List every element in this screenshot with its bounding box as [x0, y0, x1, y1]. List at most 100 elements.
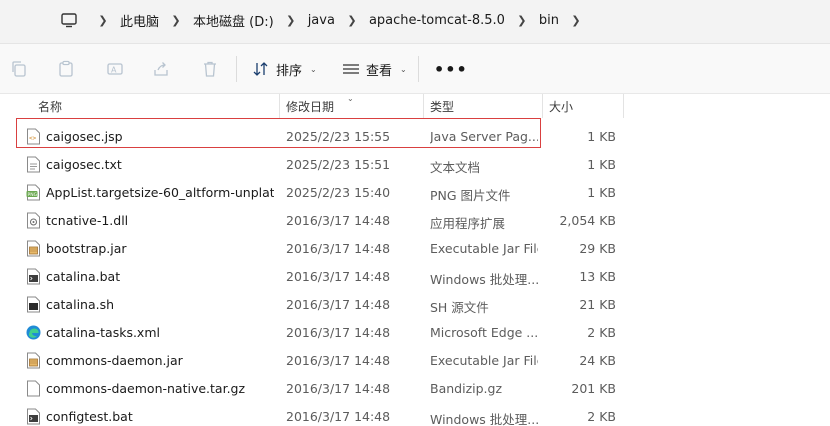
file-size: 1 KB — [587, 129, 616, 144]
chevron-right-icon[interactable]: ❯ — [278, 14, 304, 27]
file-size: 2 KB — [587, 409, 616, 424]
file-size: 2,054 KB — [559, 213, 616, 228]
file-name: commons-daemon-native.tar.gz — [46, 381, 246, 396]
bat-file-icon — [27, 268, 40, 285]
jsp-file-icon: <> — [27, 128, 40, 145]
dll-file-icon — [27, 212, 40, 229]
file-date: 2016/3/17 14:48 — [286, 409, 391, 424]
jar-file-icon — [27, 240, 40, 257]
column-divider[interactable] — [542, 94, 543, 118]
edge-file-icon — [26, 325, 41, 340]
file-type: Windows 批处理... — [430, 412, 538, 426]
column-header-name[interactable]: 名称 — [38, 98, 62, 115]
file-row[interactable]: <> caigosec.jsp 2025/2/23 15:55 Java Ser… — [0, 122, 830, 150]
file-name: tcnative-1.dll — [46, 213, 129, 228]
file-row[interactable]: commons-daemon-native.tar.gz 2016/3/17 1… — [0, 374, 830, 402]
file-size: 2 KB — [587, 325, 616, 340]
breadcrumb-item[interactable]: 本地磁盘 (D:) — [189, 11, 278, 30]
bat-file-icon — [27, 408, 40, 425]
delete-icon[interactable] — [201, 60, 219, 78]
column-header-size[interactable]: 大小 — [549, 98, 573, 115]
column-divider[interactable] — [623, 94, 624, 118]
sh-file-icon — [27, 296, 40, 313]
column-divider[interactable] — [279, 94, 280, 118]
file-name: caigosec.txt — [46, 157, 122, 172]
more-options-button[interactable]: ••• — [434, 60, 468, 79]
chevron-right-icon[interactable]: ❯ — [90, 14, 116, 27]
file-name: AppList.targetsize-60_altform-unplate... — [46, 185, 274, 200]
file-date: 2016/3/17 14:48 — [286, 353, 391, 368]
file-row[interactable]: tcnative-1.dll 2016/3/17 14:48 应用程序扩展 2,… — [0, 206, 830, 234]
toolbar-divider — [236, 56, 237, 82]
file-name: configtest.bat — [46, 409, 133, 424]
svg-text:A: A — [111, 66, 117, 75]
file-type: Executable Jar File — [430, 353, 538, 368]
file-row[interactable]: caigosec.txt 2025/2/23 15:51 文本文档 1 KB — [0, 150, 830, 178]
share-icon[interactable] — [152, 60, 170, 78]
file-date: 2016/3/17 14:48 — [286, 269, 391, 284]
file-date: 2016/3/17 14:48 — [286, 241, 391, 256]
file-row[interactable]: catalina-tasks.xml 2016/3/17 14:48 Micro… — [0, 318, 830, 346]
file-name: catalina-tasks.xml — [46, 325, 160, 340]
column-divider[interactable] — [423, 94, 424, 118]
file-size: 24 KB — [579, 353, 616, 368]
file-row[interactable]: bootstrap.jar 2016/3/17 14:48 Executable… — [0, 234, 830, 262]
sort-button[interactable]: 排序 ⌄ — [252, 58, 317, 80]
file-date: 2016/3/17 14:48 — [286, 325, 391, 340]
file-size: 13 KB — [579, 269, 616, 284]
file-type: Bandizip.gz — [430, 381, 503, 396]
view-button[interactable]: 查看 ⌄ — [342, 58, 407, 80]
column-header-type[interactable]: 类型 — [430, 98, 454, 115]
file-row[interactable]: configtest.bat 2016/3/17 14:48 Windows 批… — [0, 402, 830, 426]
view-icon — [343, 64, 359, 74]
file-size: 1 KB — [587, 157, 616, 172]
file-type: Microsoft Edge ... — [430, 325, 538, 340]
file-date: 2016/3/17 14:48 — [286, 381, 391, 396]
file-date: 2016/3/17 14:48 — [286, 297, 391, 312]
file-type: PNG 图片文件 — [430, 188, 511, 203]
file-row[interactable]: PNG AppList.targetsize-60_altform-unplat… — [0, 178, 830, 206]
file-name: bootstrap.jar — [46, 241, 127, 256]
this-pc-icon[interactable] — [60, 11, 78, 29]
breadcrumb-item[interactable]: bin — [535, 13, 563, 28]
svg-text:<>: <> — [29, 135, 37, 142]
chevron-down-icon: ⌄ — [310, 64, 317, 74]
file-name: catalina.sh — [46, 297, 115, 312]
column-header-date[interactable]: 修改日期 — [286, 98, 334, 115]
file-name: commons-daemon.jar — [46, 353, 183, 368]
copy-icon[interactable] — [10, 60, 28, 78]
chevron-right-icon[interactable]: ❯ — [163, 14, 189, 27]
jar-file-icon — [27, 352, 40, 369]
file-name: catalina.bat — [46, 269, 121, 284]
file-row[interactable]: catalina.bat 2016/3/17 14:48 Windows 批处理… — [0, 262, 830, 290]
file-row[interactable]: commons-daemon.jar 2016/3/17 14:48 Execu… — [0, 346, 830, 374]
breadcrumb-item[interactable]: java — [304, 13, 339, 28]
file-date: 2025/2/23 15:51 — [286, 157, 391, 172]
rename-icon[interactable]: A — [106, 60, 124, 78]
sort-label: 排序 — [276, 63, 303, 79]
file-date: 2025/2/23 15:55 — [286, 129, 391, 144]
file-size: 201 KB — [571, 381, 616, 396]
chevron-right-icon[interactable]: ❯ — [509, 14, 535, 27]
toolbar-divider — [418, 56, 419, 82]
paste-icon[interactable] — [57, 60, 75, 78]
file-name: caigosec.jsp — [46, 129, 123, 144]
sort-icon — [253, 62, 268, 76]
chevron-right-icon[interactable]: ❯ — [563, 14, 589, 27]
gz-file-icon — [27, 380, 40, 397]
breadcrumb-item[interactable]: apache-tomcat-8.5.0 — [365, 13, 509, 28]
file-type: Windows 批处理... — [430, 272, 538, 287]
file-list: <> caigosec.jsp 2025/2/23 15:55 Java Ser… — [0, 122, 830, 426]
chevron-right-icon[interactable]: ❯ — [339, 14, 365, 27]
file-type: SH 源文件 — [430, 300, 489, 315]
file-type: Executable Jar File — [430, 241, 538, 256]
text-file-icon — [27, 156, 40, 173]
breadcrumb-item[interactable]: 此电脑 — [116, 11, 163, 30]
file-row[interactable]: catalina.sh 2016/3/17 14:48 SH 源文件 21 KB — [0, 290, 830, 318]
svg-text:PNG: PNG — [28, 192, 38, 198]
file-size: 29 KB — [579, 241, 616, 256]
file-date: 2025/2/23 15:40 — [286, 185, 391, 200]
file-type: Java Server Pag... — [430, 129, 538, 144]
breadcrumb: ❯ 此电脑 ❯ 本地磁盘 (D:) ❯ java ❯ apache-tomcat… — [90, 0, 589, 40]
column-header-row: 名称 ⌄ 修改日期 类型 大小 — [0, 94, 830, 118]
